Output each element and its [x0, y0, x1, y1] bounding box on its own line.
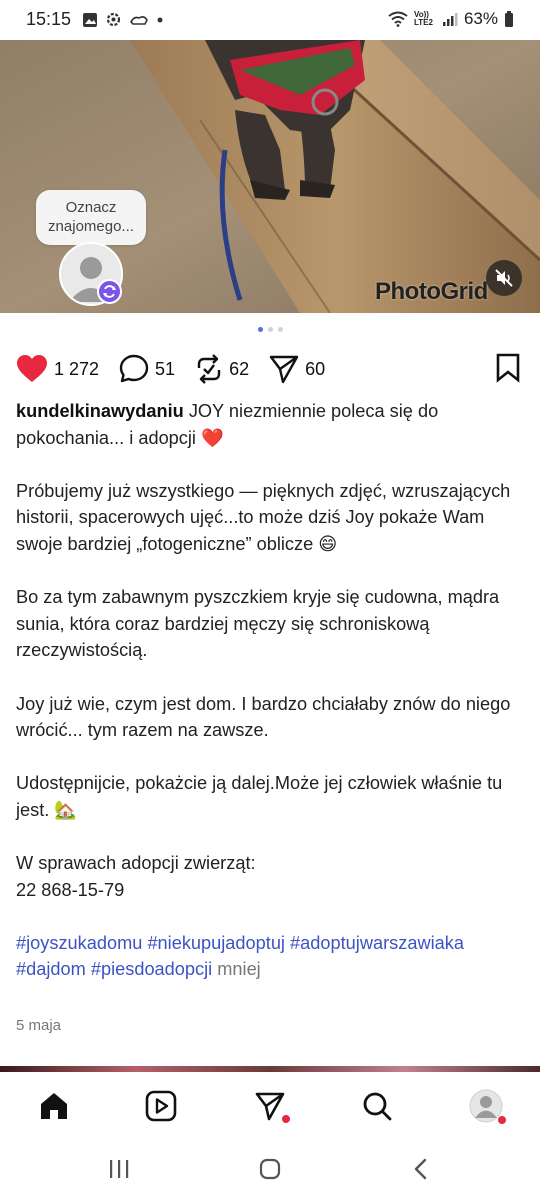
gallery-icon	[83, 12, 97, 27]
share-count: 60	[305, 358, 326, 379]
status-notification-icons	[82, 11, 164, 28]
caption-hashtags: #joyszukadomu #niekupujadoptuj #adoptujw…	[16, 930, 521, 983]
carousel-dot	[267, 327, 273, 332]
hashtag-link[interactable]: #piesdoadopcji	[91, 959, 212, 979]
caption-paragraph: Próbujemy już wszystkiego — pięknych zdj…	[16, 480, 511, 554]
speaker-muted-icon	[495, 269, 513, 287]
comment-button[interactable]: 51	[119, 354, 175, 384]
hashtag-link[interactable]: #dajdom	[16, 959, 86, 979]
author-username[interactable]: kundelkinawydaniu	[16, 401, 184, 421]
comment-count: 51	[155, 358, 176, 379]
nav-direct[interactable]	[250, 1086, 290, 1126]
direct-icon	[255, 1092, 285, 1121]
recents-button[interactable]	[104, 1154, 134, 1184]
home-icon	[41, 1093, 67, 1119]
bookmark-button[interactable]	[495, 353, 521, 388]
like-button[interactable]: 1 272	[16, 354, 99, 384]
hashtag-link[interactable]: #joyszukadomu	[16, 933, 142, 953]
nav-search[interactable]	[357, 1086, 397, 1126]
back-icon	[414, 1158, 427, 1180]
home-system-button[interactable]	[255, 1154, 285, 1184]
carousel-dot	[257, 327, 263, 332]
network-label: Vo)) LTE2	[413, 10, 433, 27]
refresh-icon	[103, 285, 116, 298]
system-navigation-bar	[0, 1138, 540, 1199]
profile-notification-dot	[498, 1116, 506, 1124]
repost-icon	[197, 354, 221, 384]
battery-icon	[505, 10, 513, 27]
mute-button[interactable]	[486, 260, 522, 296]
wifi-icon	[388, 11, 408, 27]
nav-home[interactable]	[34, 1086, 74, 1126]
hashtag-link[interactable]: #adoptujwarszawiaka	[290, 933, 464, 953]
photogrid-watermark: PhotoGrid	[375, 278, 488, 305]
bookmark-icon	[496, 353, 520, 383]
caption-paragraph: Bo za tym zabawnym pyszczkiem kryje się …	[16, 587, 500, 661]
signal-icon	[442, 12, 458, 26]
animal-icon	[130, 15, 148, 25]
tag-friend-text: Oznacz znajomego...	[48, 199, 134, 235]
status-bar: 15:15 Vo)) LTE2 63%	[0, 0, 540, 40]
home-circle-icon	[259, 1158, 281, 1180]
bottom-navigation	[0, 1072, 540, 1138]
heart-filled-icon	[17, 355, 47, 382]
nav-reels[interactable]	[141, 1086, 181, 1126]
repost-count: 62	[229, 358, 250, 379]
contact-label: W sprawach adopcji zwierząt:	[16, 853, 256, 874]
status-right: Vo)) LTE2 63%	[388, 9, 514, 29]
status-time: 15:15	[26, 9, 72, 29]
more-notifications-dot-icon	[157, 17, 163, 22]
back-system-button[interactable]	[406, 1154, 436, 1184]
caption-contact: W sprawach adopcji zwierząt: 22 868-15-79	[16, 850, 521, 903]
contact-phone[interactable]: 22 868-15-79	[16, 880, 124, 900]
post-actions: 1 272 51 62 60	[16, 352, 345, 386]
settings-gear-icon	[106, 12, 121, 27]
direct-notification-dot	[282, 1115, 290, 1123]
like-count: 1 272	[54, 358, 100, 379]
reels-icon	[145, 1090, 177, 1122]
search-icon	[363, 1092, 392, 1121]
caption-paragraph: Joy już wie, czym jest dom. I bardzo chc…	[16, 693, 511, 741]
post-date: 5 maja	[16, 1017, 62, 1034]
post-caption: kundelkinawydaniu JOY niezmiennie poleca…	[16, 398, 521, 983]
repost-button[interactable]: 62	[195, 354, 249, 384]
post-image[interactable]: Oznacz znajomego... PhotoGrid	[0, 40, 540, 313]
comment-bubble-icon	[119, 354, 149, 383]
carousel-indicator	[0, 327, 540, 332]
battery-percent: 63%	[463, 9, 498, 28]
tag-switch-badge[interactable]	[97, 279, 122, 304]
nav-profile[interactable]	[466, 1086, 506, 1126]
hashtag-link[interactable]: #niekupujadoptuj	[147, 933, 285, 953]
caption-intro: kundelkinawydaniu JOY niezmiennie poleca…	[16, 398, 521, 451]
caption-paragraph: Udostępnijcie, pokażcie ją dalej.Może je…	[16, 773, 503, 820]
tag-friend-bubble[interactable]: Oznacz znajomego...	[36, 190, 146, 245]
recents-icon	[110, 1160, 129, 1178]
share-plane-icon	[269, 355, 299, 384]
share-button[interactable]: 60	[269, 354, 325, 384]
carousel-dot	[277, 327, 283, 332]
show-less-link[interactable]: mniej	[217, 959, 260, 979]
